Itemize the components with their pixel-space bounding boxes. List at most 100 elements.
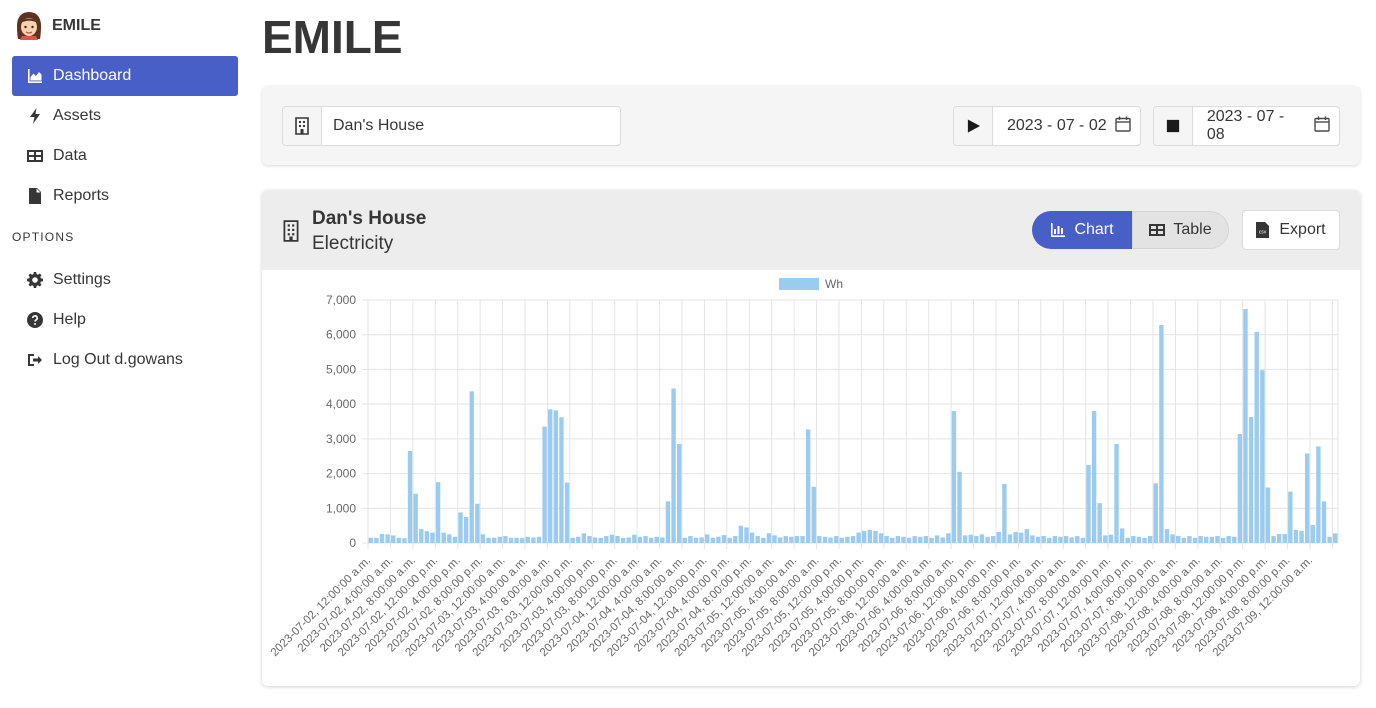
sidebar-item-label: Assets bbox=[53, 107, 102, 124]
chart-bar bbox=[1265, 487, 1271, 543]
chart-bar bbox=[525, 536, 531, 543]
chart-bar bbox=[1170, 534, 1175, 543]
start-date-value: 2023 - 07 - 02 bbox=[1007, 117, 1107, 134]
sidebar-item-settings[interactable]: Settings bbox=[12, 260, 238, 300]
chart-bar bbox=[452, 536, 458, 543]
chart-bar bbox=[710, 537, 716, 543]
chart-bar bbox=[716, 536, 721, 543]
sidebar-item-assets[interactable]: Assets bbox=[12, 96, 238, 136]
chart-bar bbox=[929, 537, 934, 543]
avatar-logo-icon bbox=[17, 12, 41, 40]
chart-bar bbox=[1019, 532, 1024, 543]
chart-bar bbox=[1310, 524, 1315, 543]
chart-bar bbox=[1047, 537, 1052, 543]
chart-bar bbox=[744, 527, 749, 543]
chart-bar bbox=[413, 493, 418, 543]
sidebar-item-data[interactable]: Data bbox=[12, 136, 238, 176]
energy-bar-chart: Wh01,0002,0003,0004,0005,0006,0007,00020… bbox=[269, 277, 1339, 659]
chart-bar bbox=[727, 537, 732, 543]
chart-bar bbox=[1147, 536, 1153, 543]
chart-bar bbox=[1321, 501, 1327, 543]
chart-bar bbox=[1097, 503, 1102, 543]
sidebar-item-label: Help bbox=[53, 311, 86, 328]
chart-bar bbox=[968, 534, 973, 543]
chart-bar bbox=[503, 536, 508, 543]
chart-bar bbox=[626, 537, 631, 543]
chart-bar bbox=[1276, 533, 1282, 543]
chart-bar bbox=[1091, 411, 1097, 543]
y-tick-label: 6,000 bbox=[326, 328, 356, 342]
chart-bar bbox=[368, 537, 374, 543]
y-tick-label: 5,000 bbox=[326, 362, 356, 376]
sidebar-item-label: Settings bbox=[53, 271, 111, 288]
sidebar-item-reports[interactable]: Reports bbox=[12, 176, 238, 216]
chart-bar bbox=[536, 536, 542, 543]
chart-bar bbox=[1175, 536, 1181, 543]
start-date-field[interactable]: 2023 - 07 - 02 bbox=[953, 106, 1141, 146]
chart-bar bbox=[749, 532, 755, 543]
end-date-field[interactable]: 2023 - 07 - 08 bbox=[1153, 106, 1340, 146]
chart-bar bbox=[1058, 536, 1063, 543]
sidebar-item-logout[interactable]: Log Out d.gowans bbox=[12, 340, 238, 380]
chart-bar bbox=[682, 537, 687, 543]
chart-bar bbox=[1332, 533, 1338, 543]
calendar-icon[interactable] bbox=[1314, 116, 1330, 137]
chart-bar bbox=[884, 536, 889, 543]
chart-bar bbox=[486, 537, 491, 543]
sidebar-item-help[interactable]: Help bbox=[12, 300, 238, 340]
chart-bar bbox=[559, 417, 564, 543]
site-input[interactable] bbox=[322, 107, 620, 145]
table-view-button[interactable]: Table bbox=[1132, 211, 1229, 249]
chart-bar bbox=[391, 535, 396, 543]
chart-bar bbox=[553, 410, 559, 543]
chart-bar bbox=[564, 482, 570, 543]
chart-bar bbox=[699, 537, 704, 543]
chart-bar bbox=[1052, 536, 1058, 543]
chart-bar bbox=[1007, 534, 1013, 543]
chart-bar bbox=[430, 532, 435, 543]
play-icon bbox=[954, 107, 993, 145]
sign-out-icon bbox=[26, 351, 44, 369]
legend-swatch bbox=[779, 278, 819, 290]
brand[interactable]: EMILE bbox=[14, 10, 101, 42]
chart-bar bbox=[777, 537, 783, 543]
chart-bar bbox=[1232, 536, 1237, 543]
chart-bar bbox=[1215, 536, 1220, 543]
chart-bar bbox=[447, 534, 452, 543]
end-date-value: 2023 - 07 - 08 bbox=[1206, 108, 1285, 143]
chart-bar bbox=[587, 536, 592, 543]
chart-bar bbox=[934, 535, 940, 543]
chart-bar bbox=[424, 531, 430, 543]
chart-bar bbox=[1237, 433, 1243, 543]
chart-bar bbox=[542, 426, 547, 543]
chart-bar bbox=[1142, 537, 1147, 543]
chart-bar bbox=[817, 536, 822, 543]
filter-bar: 2023 - 07 - 02 2023 - 07 - 08 bbox=[262, 86, 1360, 165]
chart-bar bbox=[1002, 483, 1007, 543]
chart-bar bbox=[951, 411, 957, 543]
card-title: Dan's House bbox=[312, 208, 427, 229]
y-tick-label: 3,000 bbox=[326, 432, 356, 446]
sidebar: EMILE Dashboard Assets Data Reports OPTI… bbox=[0, 0, 250, 708]
chart-bar bbox=[1013, 531, 1018, 543]
chart-bar bbox=[1075, 536, 1080, 543]
chart-bar bbox=[1226, 536, 1231, 543]
site-field[interactable] bbox=[282, 106, 621, 146]
calendar-icon[interactable] bbox=[1114, 116, 1131, 137]
chart-bar bbox=[1198, 536, 1203, 543]
export-button[interactable]: csv Export bbox=[1242, 210, 1340, 250]
chart-bar bbox=[845, 536, 850, 543]
chart-bar bbox=[811, 486, 816, 543]
chart-bar bbox=[671, 388, 676, 543]
chart-bar bbox=[1159, 324, 1164, 543]
chart-bar bbox=[592, 537, 598, 543]
chart-view-button[interactable]: Chart bbox=[1032, 211, 1132, 249]
sidebar-item-dashboard[interactable]: Dashboard bbox=[12, 56, 238, 96]
table-view-label: Table bbox=[1173, 221, 1212, 238]
chart-bar bbox=[800, 536, 805, 543]
chart-bar bbox=[609, 534, 615, 543]
chart-bar bbox=[435, 482, 441, 543]
chart-bar bbox=[396, 537, 402, 543]
chart-bar bbox=[878, 533, 884, 543]
chart-bar bbox=[1254, 331, 1259, 543]
